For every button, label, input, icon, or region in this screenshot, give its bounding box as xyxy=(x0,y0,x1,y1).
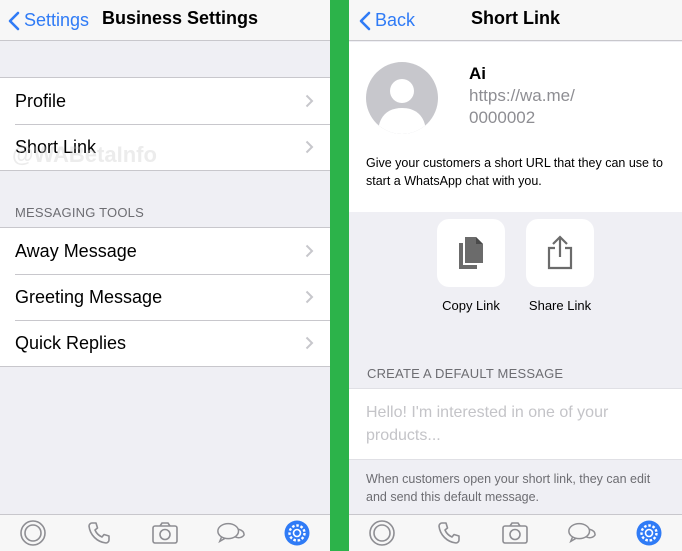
tab-bar xyxy=(349,514,682,551)
business-name: Ai xyxy=(469,64,486,83)
section-header-default-message: CREATE A DEFAULT MESSAGE xyxy=(367,366,564,381)
chats-icon xyxy=(568,522,596,544)
row-label: Quick Replies xyxy=(15,332,127,353)
chevron-right-icon xyxy=(305,290,314,304)
link-line: https://wa.me/ xyxy=(469,86,575,105)
chevron-right-icon xyxy=(305,140,314,154)
business-settings-screen: Settings Business Settings Profile Short… xyxy=(0,0,330,551)
tab-chats[interactable] xyxy=(216,518,246,548)
short-link-screen: Back Short Link Ai https://wa.me/ 000000… xyxy=(349,0,682,551)
nav-bar: Back Short Link xyxy=(349,0,682,41)
row-short-link[interactable]: Short Link xyxy=(0,124,330,170)
camera-icon xyxy=(152,522,178,544)
chats-icon xyxy=(217,522,245,544)
settings-group: Profile Short Link xyxy=(0,77,330,171)
row-quick-replies[interactable]: Quick Replies xyxy=(0,320,330,366)
row-label: Profile xyxy=(15,90,67,111)
calls-icon xyxy=(438,522,460,544)
share-icon xyxy=(547,235,573,270)
nav-bar: Settings Business Settings xyxy=(0,0,330,41)
row-label: Greeting Message xyxy=(15,286,163,307)
tab-bar xyxy=(0,514,330,551)
copy-link-label: Copy Link xyxy=(442,298,500,313)
short-link-card: Ai https://wa.me/ 0000002 Give your cust… xyxy=(349,42,682,212)
page-title: Business Settings xyxy=(102,8,259,28)
avatar xyxy=(366,62,438,134)
chevron-right-icon xyxy=(305,336,314,350)
tab-camera[interactable] xyxy=(150,518,180,548)
messaging-tools-group: Away Message Greeting Message Quick Repl… xyxy=(0,227,330,367)
tab-settings[interactable] xyxy=(634,518,664,548)
copy-icon xyxy=(459,237,483,269)
short-link-url[interactable]: https://wa.me/ 0000002 xyxy=(469,85,619,129)
tab-camera[interactable] xyxy=(500,518,530,548)
row-profile[interactable]: Profile xyxy=(0,78,330,124)
back-label: Settings xyxy=(24,10,90,30)
row-greeting-message[interactable]: Greeting Message xyxy=(0,274,330,320)
row-away-message[interactable]: Away Message xyxy=(0,228,330,274)
status-icon xyxy=(369,520,396,546)
tab-calls[interactable] xyxy=(434,518,464,548)
share-link-label: Share Link xyxy=(528,298,592,313)
link-line: 0000002 xyxy=(469,108,536,127)
default-message-box xyxy=(349,388,682,460)
row-label: Away Message xyxy=(15,240,137,261)
section-header-messaging-tools: MESSAGING TOOLS xyxy=(15,205,144,220)
camera-icon xyxy=(502,522,529,544)
tab-status[interactable] xyxy=(367,518,397,548)
row-label: Short Link xyxy=(15,136,97,157)
page-title: Short Link xyxy=(471,8,560,28)
tab-calls[interactable] xyxy=(84,518,114,548)
tab-settings[interactable] xyxy=(282,518,312,548)
calls-icon xyxy=(88,522,110,544)
settings-icon xyxy=(636,520,662,546)
status-icon xyxy=(20,520,46,546)
short-link-description: Give your customers a short URL that the… xyxy=(366,156,663,188)
tab-status[interactable] xyxy=(18,518,48,548)
back-button[interactable]: Settings xyxy=(6,0,89,41)
chevron-right-icon xyxy=(305,244,314,258)
tab-chats[interactable] xyxy=(567,518,597,548)
copy-link-button[interactable] xyxy=(437,219,505,287)
share-link-button[interactable] xyxy=(526,219,594,287)
default-message-note: When customers open your short link, the… xyxy=(366,472,651,504)
default-message-input[interactable] xyxy=(366,401,656,453)
chevron-right-icon xyxy=(305,94,314,108)
default-avatar-icon xyxy=(378,79,426,134)
settings-icon xyxy=(284,520,310,546)
chevron-left-icon xyxy=(8,11,20,30)
